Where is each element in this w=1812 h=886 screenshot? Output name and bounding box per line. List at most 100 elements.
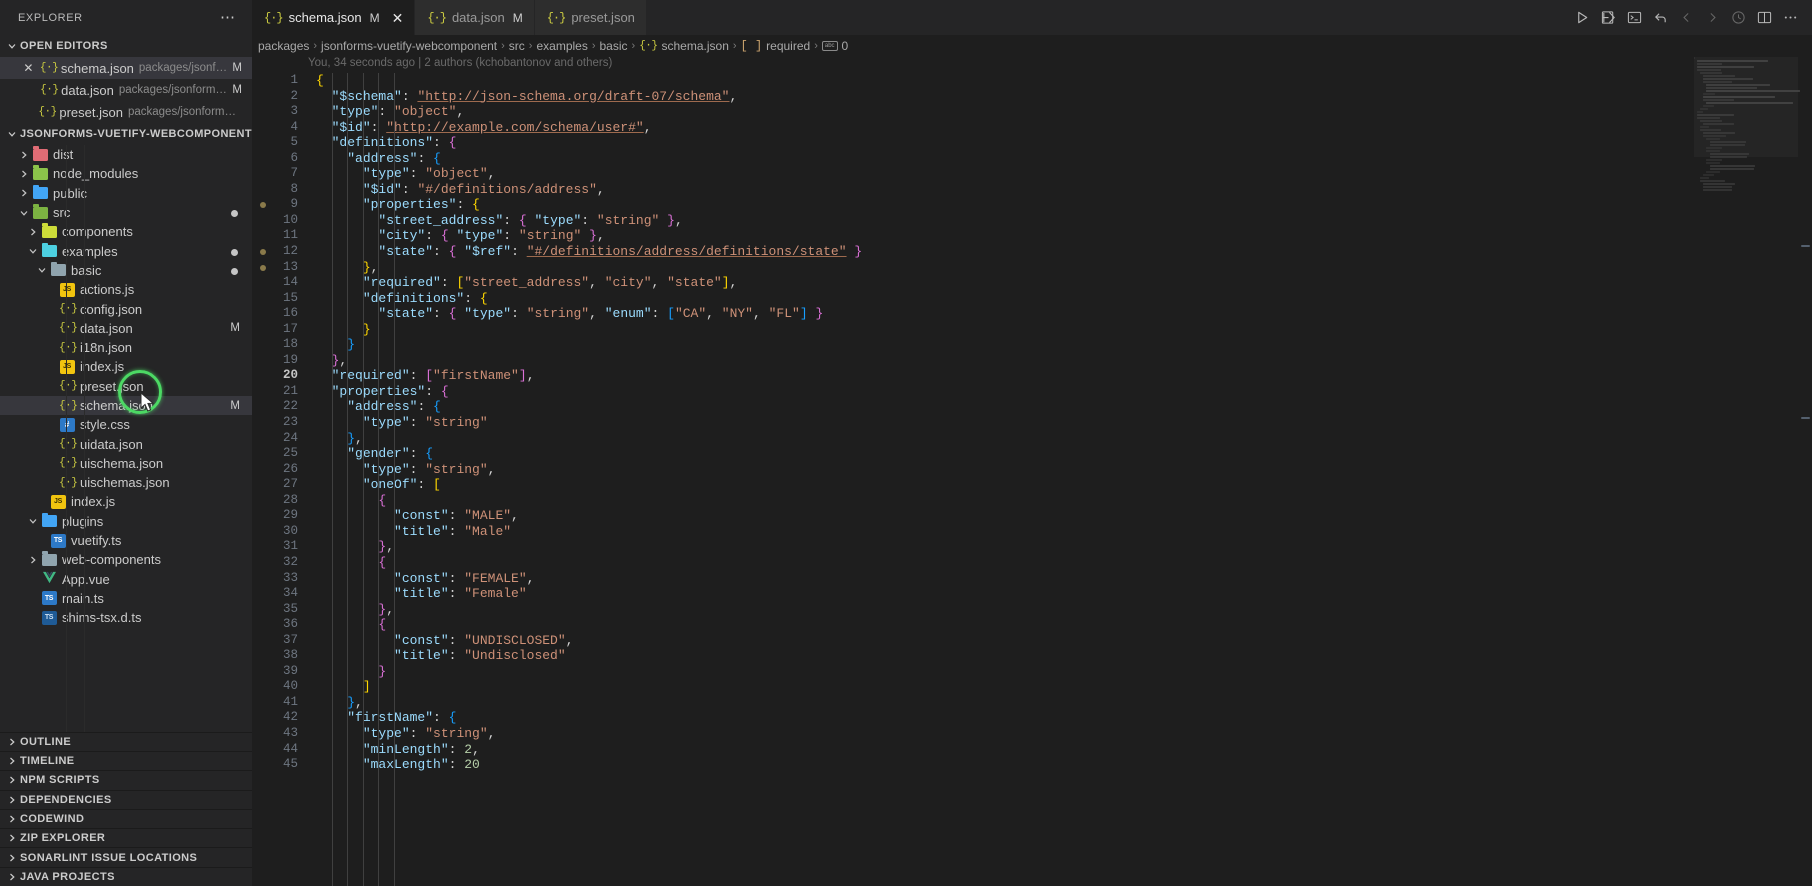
line-number[interactable]: 2 xyxy=(252,89,308,105)
chevron-right-icon[interactable] xyxy=(17,150,31,160)
tree-file-vuetify-ts[interactable]: TS vuetify.ts xyxy=(0,531,252,550)
line-number[interactable]: 42 xyxy=(252,710,308,726)
tree-file-main-ts[interactable]: TS main.ts xyxy=(0,589,252,608)
line-number[interactable]: 35 xyxy=(252,602,308,618)
chevron-down-icon[interactable] xyxy=(26,246,40,256)
line-number[interactable]: 27 xyxy=(252,477,308,493)
line-number[interactable]: 10 xyxy=(252,213,308,229)
panel-zip-explorer[interactable]: ZIP EXPLORER xyxy=(0,828,252,847)
line-number[interactable]: 21 xyxy=(252,384,308,400)
tree-folder-src[interactable]: src xyxy=(0,203,252,222)
history-icon[interactable] xyxy=(1726,6,1750,30)
close-icon[interactable]: ✕ xyxy=(22,62,35,74)
tree-folder-plugins[interactable]: plugins xyxy=(0,512,252,531)
open-editor-preset-json[interactable]: ✕ {·}preset.json packages/jsonforms-vue... xyxy=(0,101,252,123)
line-number[interactable]: 6 xyxy=(252,151,308,167)
split-terminal-icon[interactable] xyxy=(1622,6,1646,30)
tab-schema-json[interactable]: {·} schema.json M ✕ xyxy=(252,0,416,35)
tree-folder-basic[interactable]: basic xyxy=(0,261,252,280)
tree-file-style-css[interactable]: # style.css xyxy=(0,415,252,434)
tree-file-index-js[interactable]: JS index.js xyxy=(0,357,252,376)
line-number[interactable]: 18 xyxy=(252,337,308,353)
breadcrumb-item-required[interactable]: [ ] required xyxy=(741,39,811,53)
tree-file-actions-js[interactable]: JS actions.js xyxy=(0,280,252,299)
close-icon[interactable]: ✕ xyxy=(22,84,35,96)
panel-outline[interactable]: OUTLINE xyxy=(0,731,252,751)
line-number[interactable]: 38 xyxy=(252,648,308,664)
chevron-down-icon[interactable] xyxy=(26,516,40,526)
tree-file-uischema-json[interactable]: {·} uischema.json xyxy=(0,454,252,473)
run-icon[interactable] xyxy=(1570,6,1594,30)
go-back-icon[interactable] xyxy=(1648,6,1672,30)
line-number[interactable]: 25 xyxy=(252,446,308,462)
tree-file-App-vue[interactable]: App.vue xyxy=(0,570,252,589)
line-number[interactable]: 32 xyxy=(252,555,308,571)
line-number[interactable]: 30 xyxy=(252,524,308,540)
line-number[interactable]: 29 xyxy=(252,508,308,524)
tree-file-i18n-json[interactable]: {·} i18n.json xyxy=(0,338,252,357)
tree-file-schema-json[interactable]: {·} schema.json M xyxy=(0,395,252,416)
tree-folder-web-components[interactable]: web-components xyxy=(0,550,252,569)
line-number[interactable]: 40 xyxy=(252,679,308,695)
line-number[interactable]: 7 xyxy=(252,166,308,182)
tree-folder-dist[interactable]: dist xyxy=(0,145,252,164)
panel-codewind[interactable]: CODEWIND xyxy=(0,808,252,828)
chevron-right-icon[interactable] xyxy=(1700,6,1724,30)
split-editor-icon[interactable] xyxy=(1752,6,1776,30)
line-number[interactable]: 19 xyxy=(252,353,308,369)
line-number[interactable]: 15 xyxy=(252,291,308,307)
tree-file-uidata-json[interactable]: {·} uidata.json xyxy=(0,434,252,453)
tree-file-preset-json[interactable]: {·} preset.json xyxy=(0,377,252,396)
line-number[interactable]: 23 xyxy=(252,415,308,431)
breadcrumb-item-jsonforms-vuetify-webcomponent[interactable]: jsonforms-vuetify-webcomponent xyxy=(321,39,497,53)
line-number[interactable]: 14 xyxy=(252,275,308,291)
tree-file-config-json[interactable]: {·} config.json xyxy=(0,299,252,318)
tree-folder-public[interactable]: public xyxy=(0,184,252,203)
chevron-right-icon[interactable] xyxy=(17,169,31,179)
tab-preset-json[interactable]: {·} preset.json xyxy=(534,0,647,35)
tree-file-shims-tsx-d-ts[interactable]: TS shims-tsx.d.ts xyxy=(0,608,252,627)
line-number[interactable]: 13 xyxy=(252,260,308,276)
tree-file-index-js[interactable]: JS index.js xyxy=(0,492,252,511)
line-number[interactable]: 8 xyxy=(252,182,308,198)
breadcrumb-item-src[interactable]: src xyxy=(509,39,525,53)
line-number[interactable]: 36 xyxy=(252,617,308,633)
panel-dependencies[interactable]: DEPENDENCIES xyxy=(0,789,252,809)
more-actions-icon[interactable] xyxy=(1778,6,1802,30)
chevron-down-icon[interactable] xyxy=(17,208,31,218)
chevron-right-icon[interactable] xyxy=(26,227,40,237)
breadcrumb-item-examples[interactable]: examples xyxy=(536,39,587,53)
close-icon[interactable]: ✕ xyxy=(22,106,33,118)
line-number[interactable]: 33 xyxy=(252,571,308,587)
panel-java-projects[interactable]: JAVA PROJECTS xyxy=(0,866,252,886)
chevron-right-icon[interactable] xyxy=(17,188,31,198)
line-number[interactable]: 17 xyxy=(252,322,308,338)
line-number[interactable]: 39 xyxy=(252,664,308,680)
open-editors-header[interactable]: OPEN EDITORS xyxy=(0,35,252,57)
line-number[interactable]: 45 xyxy=(252,757,308,773)
tab-data-json[interactable]: {·} data.json M xyxy=(415,0,535,35)
line-number[interactable]: 3 xyxy=(252,104,308,120)
line-number[interactable]: 1 xyxy=(252,73,308,89)
line-number[interactable]: 24 xyxy=(252,431,308,447)
line-number[interactable]: 37 xyxy=(252,633,308,649)
line-number[interactable]: 28 xyxy=(252,493,308,509)
line-number[interactable]: 26 xyxy=(252,462,308,478)
line-number[interactable]: 16 xyxy=(252,306,308,322)
chevron-right-icon[interactable] xyxy=(26,555,40,565)
explorer-more-actions-icon[interactable]: ⋯ xyxy=(212,10,244,25)
breadcrumb-item-schema-json[interactable]: {·} schema.json xyxy=(639,39,729,53)
run-and-debug-icon[interactable] xyxy=(1596,6,1620,30)
line-number[interactable]: 5 xyxy=(252,135,308,151)
tree-folder-examples[interactable]: examples xyxy=(0,241,252,260)
panel-npm-scripts[interactable]: NPM SCRIPTS xyxy=(0,770,252,789)
panel-sonarlint-issue-locations[interactable]: SONARLINT ISSUE LOCATIONS xyxy=(0,847,252,866)
panel-timeline[interactable]: TIMELINE xyxy=(0,750,252,770)
line-number[interactable]: 43 xyxy=(252,726,308,742)
tree-folder-components[interactable]: components xyxy=(0,222,252,241)
chevron-down-icon[interactable] xyxy=(35,265,49,275)
open-editor-data-json[interactable]: ✕ {·}data.json packages/jsonforms-... M xyxy=(0,79,252,101)
tree-file-data-json[interactable]: {·} data.json M xyxy=(0,319,252,338)
editor-scrollbar[interactable] xyxy=(1798,57,1812,886)
workspace-header[interactable]: JSONFORMS-VUETIFY-WEBCOMPONENT xyxy=(0,123,252,145)
